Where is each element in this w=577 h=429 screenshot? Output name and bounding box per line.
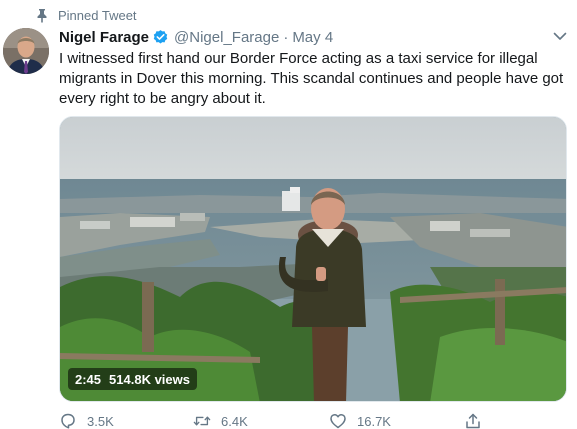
chevron-down-icon[interactable]	[551, 29, 569, 43]
retweet-button[interactable]: 6.4K	[193, 412, 248, 429]
retweet-count: 6.4K	[221, 413, 248, 429]
pinned-tweet-indicator: Pinned Tweet	[35, 6, 137, 24]
author-handle[interactable]: @Nigel_Farage	[174, 29, 279, 46]
video-player[interactable]: 2:45 514.8K views	[59, 116, 567, 402]
tweet-header: Nigel Farage @Nigel_Farage · May 4	[59, 27, 333, 47]
pin-icon	[35, 7, 49, 23]
video-thumbnail	[60, 117, 566, 401]
video-duration: 2:45	[75, 371, 102, 387]
avatar[interactable]	[3, 28, 49, 74]
retweet-icon	[193, 412, 211, 429]
reply-button[interactable]: 3.5K	[59, 412, 114, 429]
reply-icon	[59, 412, 77, 429]
tweet-actions: 3.5K 6.4K 16.7K	[59, 410, 559, 429]
author-name[interactable]: Nigel Farage	[59, 29, 149, 46]
pinned-label: Pinned Tweet	[58, 7, 137, 23]
video-info-badge: 2:45 514.8K views	[68, 368, 197, 390]
reply-count: 3.5K	[87, 413, 114, 429]
share-button[interactable]	[464, 412, 492, 429]
video-view-count: 514.8K views	[109, 371, 190, 387]
share-icon	[464, 412, 482, 429]
like-count: 16.7K	[357, 413, 391, 429]
verified-badge-icon	[152, 29, 169, 46]
heart-icon	[329, 412, 347, 429]
tweet-text: I witnessed first hand our Border Force …	[59, 50, 564, 107]
separator-dot: ·	[283, 28, 289, 46]
tweet-date[interactable]: May 4	[292, 29, 333, 46]
like-button[interactable]: 16.7K	[329, 412, 391, 429]
